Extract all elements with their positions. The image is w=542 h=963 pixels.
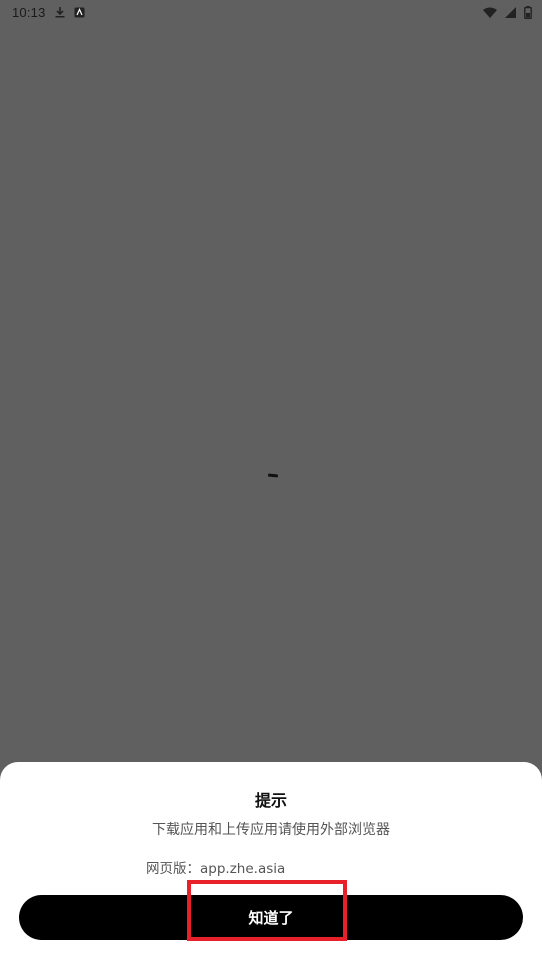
app-notification-icon — [74, 7, 85, 18]
web-version-url: app.zhe.asia — [200, 861, 286, 877]
wifi-icon — [483, 7, 497, 18]
status-left: 10:13 — [12, 5, 85, 20]
web-version-label: 网页版： — [146, 861, 200, 877]
status-right — [483, 5, 532, 19]
status-bar: 10:13 — [0, 0, 542, 24]
status-time: 10:13 — [12, 4, 46, 20]
bottom-sheet-dialog: 提示 下载应用和上传应用请使用外部浏览器 网页版：app.zhe.asia 知道… — [0, 762, 542, 963]
dialog-title: 提示 — [254, 791, 287, 810]
loading-indicator — [267, 473, 279, 478]
download-icon — [54, 6, 66, 18]
confirm-button[interactable]: 知道了 — [19, 895, 523, 940]
battery-icon — [524, 5, 532, 19]
app-screen: 10:13 提示 下载应用和上传应用请使用外部浏览器 网页版：app.zhe.a… — [0, 0, 542, 963]
signal-icon — [505, 6, 516, 18]
dialog-message: 下载应用和上传应用请使用外部浏览器 — [152, 822, 390, 838]
web-version-line: 网页版：app.zhe.asia — [146, 857, 285, 877]
